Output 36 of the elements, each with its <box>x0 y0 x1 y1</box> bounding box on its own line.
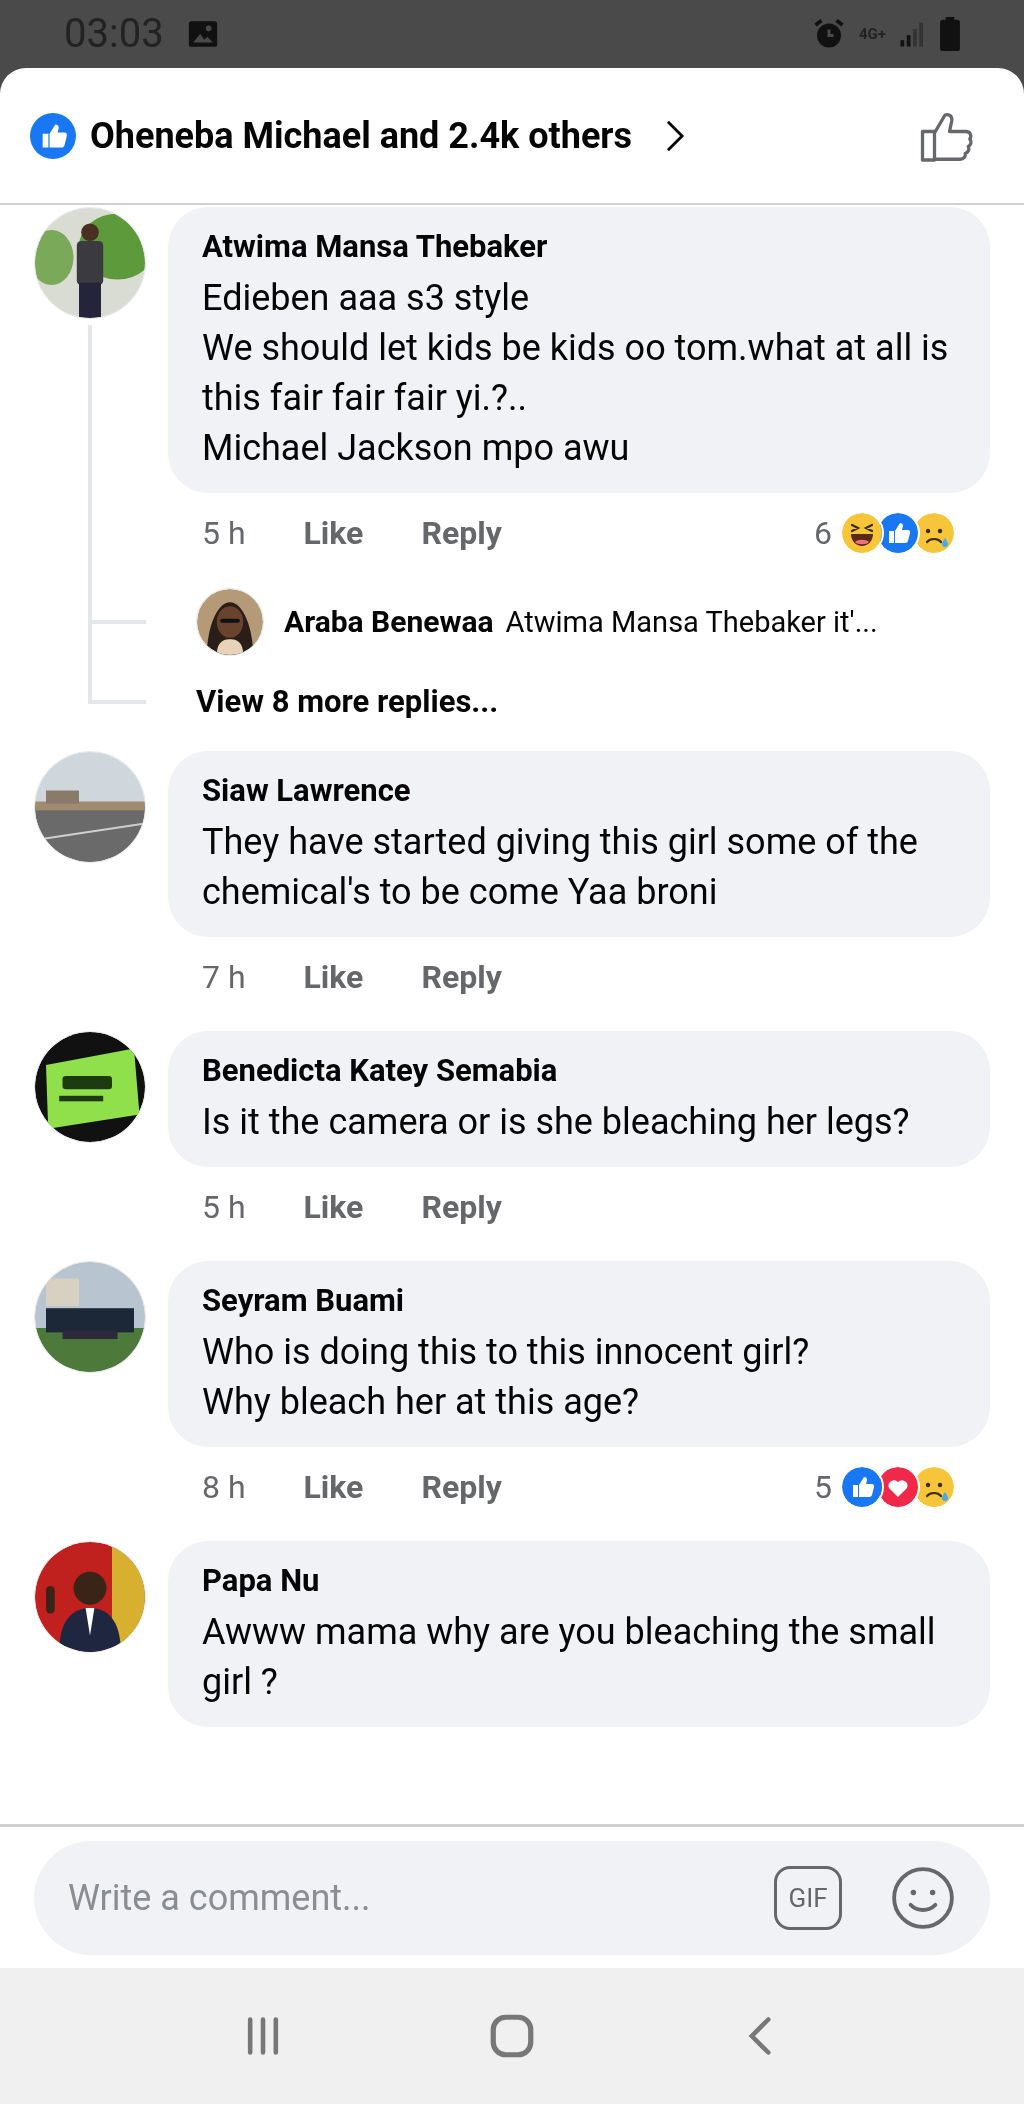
reaction-count: 5 <box>814 1467 832 1508</box>
comment-time: 5 h <box>202 1187 246 1228</box>
like-link[interactable]: Like <box>303 509 364 557</box>
comment-text: Edieben aaa s3 style We should let kids be kids oo tom.what at all is this fair fair fair yi.?.. Michael Jackson mpo awu <box>202 276 950 471</box>
reply-link[interactable]: Reply <box>421 509 502 557</box>
like-link[interactable]: Like <box>303 953 364 1001</box>
comment-author[interactable]: Seyram Buami <box>202 1281 956 1321</box>
comment-author[interactable]: Papa Nu <box>202 1561 956 1601</box>
reply-link[interactable]: Reply <box>421 1463 502 1511</box>
battery-icon <box>940 17 960 51</box>
thumbs-up-icon <box>840 1465 884 1509</box>
reply-author[interactable]: Araba Benewaa <box>284 599 494 645</box>
reaction-count: 6 <box>814 513 832 554</box>
view-more-replies-link[interactable]: View 8 more replies... <box>196 678 499 726</box>
comment-text: They have started giving this girl some of the chemical's to be come Yaa broni <box>202 820 919 915</box>
gif-button[interactable]: GIF <box>774 1865 842 1930</box>
reply-link[interactable]: Reply <box>421 953 502 1001</box>
reply-link[interactable]: Reply <box>421 1183 502 1231</box>
comment-time: 5 h <box>202 513 246 554</box>
comment-author[interactable]: Atwima Mansa Thebaker <box>202 227 956 267</box>
comment-input[interactable]: Write a comment... GIF <box>34 1840 990 1955</box>
thumbs-up-icon <box>30 112 76 159</box>
comment-text: Is it the camera or is she bleaching her legs? <box>202 1100 911 1145</box>
laughing-face-icon <box>840 511 884 555</box>
smiley-icon[interactable] <box>890 1864 956 1931</box>
comment-text: Who is doing this to this innocent girl? Why bleach her at this age? <box>202 1330 811 1425</box>
like-link[interactable]: Like <box>303 1183 364 1231</box>
likes-summary-link[interactable]: Oheneba Michael and 2.4k others <box>90 108 633 163</box>
comment-author[interactable]: Siaw Lawrence <box>202 771 956 811</box>
comment-text: Awww mama why are you bleaching the small girl ? <box>202 1610 937 1705</box>
comment-time: 8 h <box>202 1467 246 1508</box>
comment-author[interactable]: Benedicta Katey Semabia <box>202 1051 956 1091</box>
comment-time: 7 h <box>202 957 246 998</box>
like-link[interactable]: Like <box>303 1463 364 1511</box>
comment-field[interactable]: Write a comment... <box>68 1870 774 1925</box>
reply-preview: Atwima Mansa Thebaker it'... <box>505 604 878 642</box>
